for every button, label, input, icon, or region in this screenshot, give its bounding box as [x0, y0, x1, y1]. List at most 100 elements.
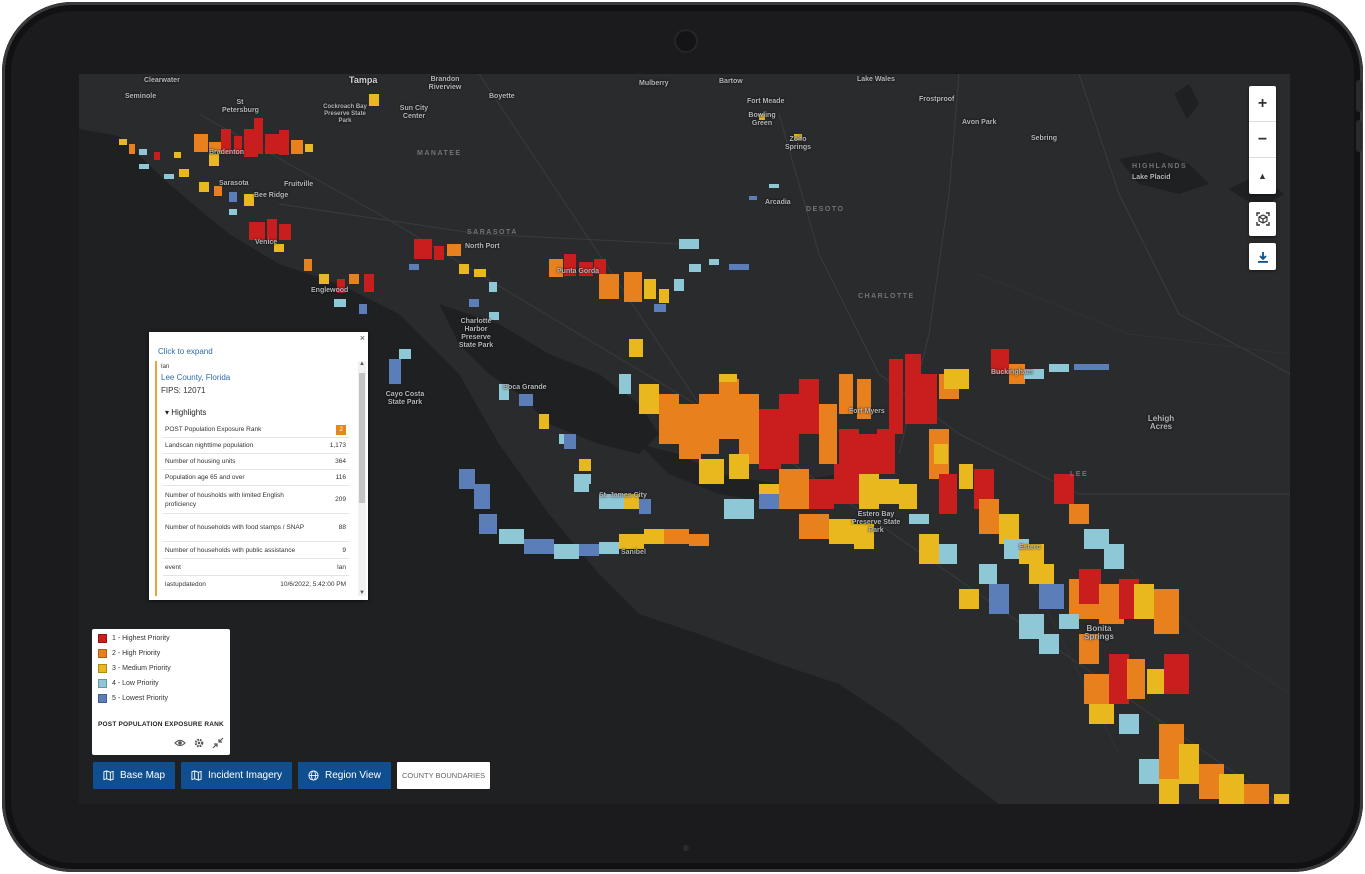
place-label: St Petersburg	[222, 99, 259, 114]
legend-label: 2 - High Priority	[112, 650, 161, 657]
legend-item: 2 - High Priority	[98, 649, 160, 658]
row-label: Landscan nighttime population	[165, 442, 254, 449]
county-boundaries-button[interactable]: County Boundaries	[396, 762, 491, 789]
legend-label: 4 - Low Priority	[112, 680, 159, 687]
feature-popup: × Click to expand Ian Lee County, Florid…	[149, 332, 368, 600]
globe-icon	[308, 770, 319, 781]
region-view-label: Region View	[324, 770, 381, 781]
place-label: Punta Gorda	[557, 268, 600, 275]
county-label: HIGHLANDS	[1132, 163, 1188, 170]
place-label: Estero	[1019, 544, 1041, 551]
place-label: Sarasota	[219, 180, 249, 187]
place-label: Zolfo Springs	[784, 136, 812, 151]
home-indicator	[683, 845, 689, 851]
place-label: Bee Ridge	[254, 192, 289, 199]
legend-item: 1 - Highest Priority	[98, 634, 170, 643]
place-label: Brandon Riverview	[428, 76, 462, 91]
row-label: Population age 65 and over	[165, 474, 245, 481]
view-3d-button[interactable]	[1249, 202, 1276, 236]
row-value: 209	[335, 496, 346, 503]
row-label: event	[165, 563, 181, 571]
table-row: Landscan nighttime population 1,173	[163, 438, 349, 454]
download-icon	[1257, 251, 1268, 263]
place-label: Lehigh Acres	[1147, 414, 1175, 431]
county-link[interactable]: Lee County, Florida	[161, 373, 230, 382]
region-view-button[interactable]: Region View	[297, 762, 391, 789]
base-map-button[interactable]: Base Map	[93, 762, 176, 789]
place-label: Bowling Green	[748, 112, 776, 127]
volume-button	[1356, 80, 1362, 112]
row-value: Ian	[336, 563, 346, 571]
map-icon	[191, 770, 202, 781]
table-row: event Ian	[163, 559, 349, 576]
place-label: Bartow	[719, 78, 743, 85]
fips-code: FIPS: 12071	[161, 386, 206, 395]
place-label: Fort Meade	[747, 98, 785, 105]
row-label: POST Population Exposure Rank	[165, 426, 262, 433]
compass-icon: ▲	[1258, 171, 1267, 181]
place-label: Avon Park	[962, 119, 997, 126]
base-map-label: Base Map	[120, 770, 166, 781]
row-value: 364	[335, 458, 346, 465]
gear-icon[interactable]	[193, 737, 205, 749]
place-label: Sebring	[1031, 135, 1058, 142]
incident-imagery-button[interactable]: Incident Imagery	[181, 762, 292, 789]
view-3d-icon	[1255, 212, 1270, 226]
close-icon[interactable]: ×	[360, 333, 365, 343]
place-label: Bradenton	[209, 149, 244, 156]
legend-swatch	[98, 679, 107, 688]
bottom-toolbar: Base Map Incident Imagery Region View Co…	[93, 762, 491, 789]
expand-link[interactable]: Click to expand	[158, 347, 213, 356]
download-button[interactable]	[1249, 243, 1276, 270]
place-label: Bonita Springs	[1084, 624, 1114, 641]
place-label: Sun City Center	[399, 105, 429, 120]
popup-scrollbar[interactable]: ▲ ▼	[358, 361, 366, 596]
row-value: 116	[335, 474, 346, 481]
place-label: Clearwater	[144, 77, 180, 84]
eye-icon[interactable]	[174, 737, 186, 749]
place-label: Lake Placid	[1132, 174, 1171, 181]
legend-title: POST POPULATION EXPOSURE RANK	[98, 721, 224, 728]
place-label: St. James City	[599, 492, 647, 499]
legend-swatch	[98, 649, 107, 658]
place-label: Cayo Costa State Park	[385, 391, 425, 406]
chevron-down-icon[interactable]: ▼	[358, 590, 366, 596]
row-label: Number of households with food stamps / …	[165, 524, 305, 531]
legend-label: 3 - Medium Priority	[112, 665, 171, 672]
legend-label: 1 - Highest Priority	[112, 635, 170, 642]
zoom-out-button[interactable]: −	[1249, 122, 1276, 158]
incident-imagery-label: Incident Imagery	[208, 770, 282, 781]
row-value: 10/6/2022, 5:42:00 PM	[280, 580, 346, 588]
place-label: Fort Myers	[849, 408, 885, 415]
place-label: Cockroach Bay Preserve State Park	[323, 104, 367, 124]
place-label: Fruitville	[284, 181, 314, 188]
place-label: Seminole	[125, 93, 157, 100]
row-label: Number of housing units	[165, 458, 236, 465]
legend-item: 5 - Lowest Priority	[98, 694, 168, 703]
legend-item: 4 - Low Priority	[98, 679, 159, 688]
legend-swatch	[98, 634, 107, 643]
row-value: 9	[342, 546, 346, 554]
row-value: 1,173	[329, 442, 346, 449]
place-label: Frostproof	[919, 96, 955, 103]
place-label: Boyette	[489, 93, 515, 100]
legend-swatch	[98, 664, 107, 673]
place-label: North Port	[465, 243, 500, 250]
highlights-toggle[interactable]: ▾ Highlights	[165, 408, 206, 417]
scroll-thumb[interactable]	[359, 373, 365, 503]
zoom-in-button[interactable]: +	[1249, 86, 1276, 122]
chevron-up-icon[interactable]: ▲	[358, 361, 366, 367]
collapse-icon[interactable]	[212, 737, 224, 749]
event-name: Ian	[161, 364, 170, 370]
compass-button[interactable]: ▲	[1249, 158, 1276, 194]
attribute-table: POST Population Exposure Rank 2 Landscan…	[163, 422, 349, 592]
place-label: Arcadia	[765, 199, 791, 206]
table-row: Population age 65 and over 116	[163, 470, 349, 486]
volume-button	[1356, 120, 1362, 152]
zoom-controls: + − ▲	[1249, 86, 1276, 194]
map-icon	[103, 770, 114, 781]
map-screen[interactable]: Clearwater Tampa Brandon Riverview Mulbe…	[79, 74, 1290, 804]
place-label: Englewood	[311, 287, 349, 294]
place-label: Venice	[255, 239, 278, 246]
county-boundaries-label: County Boundaries	[401, 771, 486, 780]
